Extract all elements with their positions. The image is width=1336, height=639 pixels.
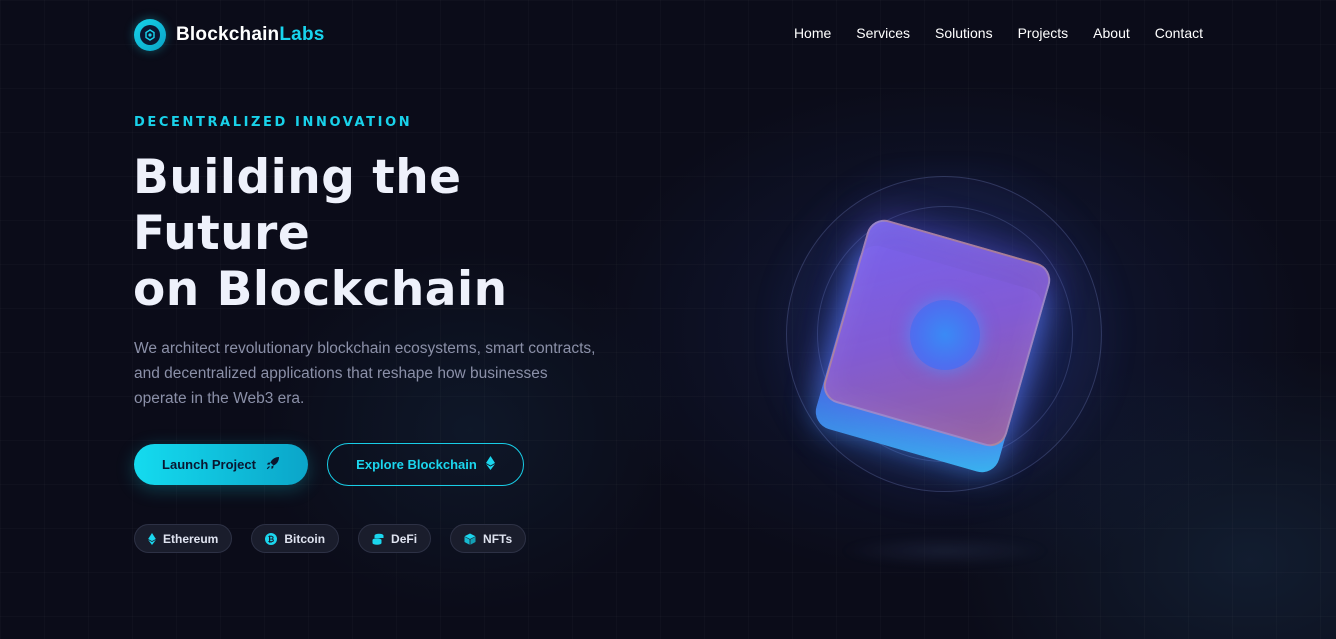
tag-ethereum: Ethereum: [134, 524, 233, 553]
hero-title-line-3: on Blockchain: [133, 262, 508, 317]
hero-page: BlockchainLabs Home Services Solutions P…: [0, 0, 1336, 639]
tag-defi: DeFi: [358, 524, 432, 553]
bitcoin-icon: ₿: [265, 532, 278, 545]
brand-name: BlockchainLabs: [176, 23, 325, 45]
tag-bitcoin: ₿ Bitcoin: [251, 524, 340, 553]
illustration-shadow: [840, 536, 1050, 566]
svg-text:₿: ₿: [268, 535, 275, 544]
launch-project-label: Launch Project: [162, 457, 256, 472]
explore-blockchain-label: Explore Blockchain: [356, 457, 477, 472]
nav-links: Home Services Solutions Projects About C…: [794, 25, 1203, 41]
cube-core-orb: [910, 300, 980, 370]
nav-link-projects[interactable]: Projects: [1018, 25, 1069, 41]
brand-logo[interactable]: BlockchainLabs: [134, 18, 325, 51]
cube-icon: [464, 533, 476, 545]
tag-label: DeFi: [391, 531, 418, 546]
coins-icon: [372, 533, 384, 545]
blockchain-cube-illustration: [760, 160, 1140, 580]
nav-link-solutions[interactable]: Solutions: [935, 25, 993, 41]
tag-label: NFTs: [483, 531, 513, 546]
launch-project-button[interactable]: Launch Project: [134, 444, 308, 485]
nav-link-home[interactable]: Home: [794, 25, 831, 41]
tag-label: Bitcoin: [284, 531, 326, 546]
nav-link-contact[interactable]: Contact: [1155, 25, 1203, 41]
hero-title-line-1: Building the: [133, 150, 462, 205]
top-navigation: BlockchainLabs Home Services Solutions P…: [0, 0, 1336, 70]
technology-tags: Ethereum ₿ Bitcoin DeFi NFTs: [134, 524, 527, 553]
hero-title: Building the Future on Blockchain: [133, 150, 653, 318]
ethereum-icon: [485, 456, 495, 473]
hero-title-line-2: Future: [133, 206, 311, 261]
hero-description: We architect revolutionary blockchain ec…: [134, 340, 596, 407]
tag-nfts: NFTs: [450, 524, 527, 553]
logo-icon: [134, 18, 166, 51]
nav-link-about[interactable]: About: [1093, 25, 1130, 41]
tag-label: Ethereum: [163, 531, 219, 546]
ethereum-icon: [148, 532, 156, 545]
rocket-icon: [266, 456, 280, 473]
nav-link-services[interactable]: Services: [856, 25, 910, 41]
explore-blockchain-button[interactable]: Explore Blockchain: [327, 443, 524, 486]
hero-eyebrow: DECENTRALIZED INNOVATION: [134, 115, 413, 130]
